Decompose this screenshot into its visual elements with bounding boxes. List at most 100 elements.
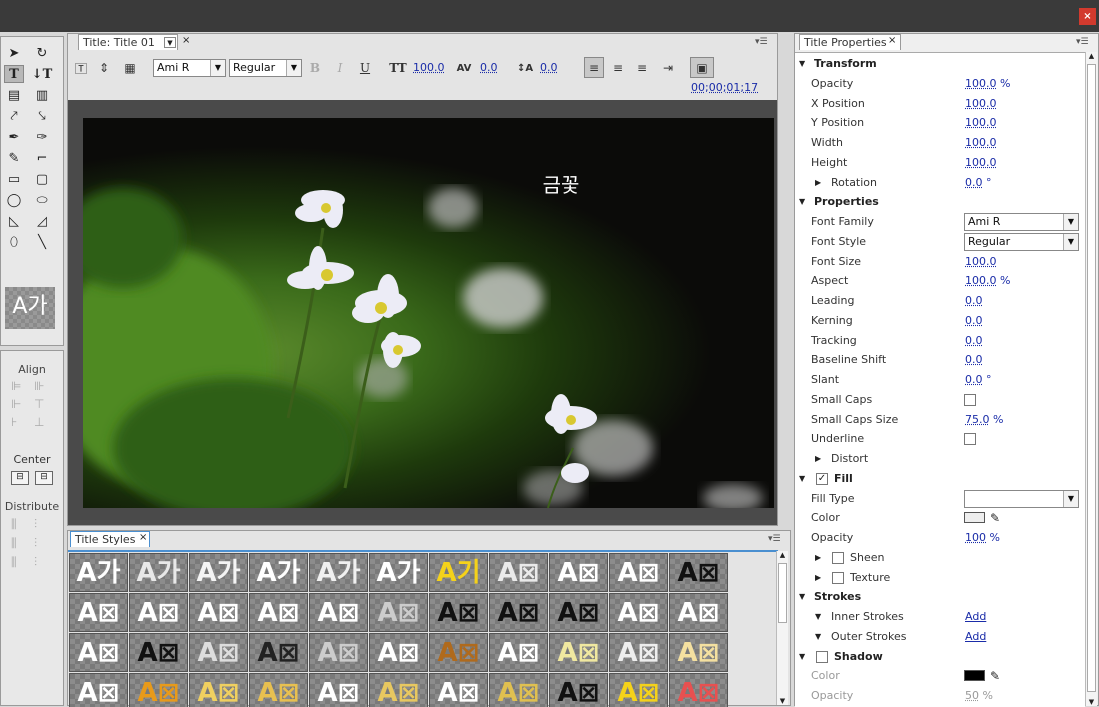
properties-scrollbar[interactable]: ▲ ▼ (1085, 52, 1097, 706)
pen-tool-icon[interactable]: ✒ (4, 128, 24, 146)
title-style-swatch[interactable]: A⊠ (669, 673, 728, 707)
title-style-swatch[interactable]: A⊠ (489, 553, 548, 592)
title-style-swatch[interactable]: A⊠ (189, 673, 248, 707)
title-style-swatch[interactable]: A⊠ (429, 633, 488, 672)
title-style-swatch[interactable]: A⊠ (369, 673, 428, 707)
title-style-swatch[interactable]: A⊠ (129, 593, 188, 632)
tab-close-icon[interactable]: × (139, 532, 147, 543)
chevron-down-icon[interactable]: ▼ (799, 54, 805, 74)
bold-button[interactable]: B (308, 58, 322, 78)
align-middle-icon[interactable]: ⊦ (11, 415, 34, 429)
align-bottom-icon[interactable]: ⊥ (34, 415, 57, 429)
property-value[interactable]: 100.0 % (965, 271, 1010, 291)
title-style-swatch[interactable]: A⊠ (489, 673, 548, 707)
templates-icon[interactable]: ▦ (119, 58, 141, 78)
title-style-swatch[interactable]: A⊠ (189, 593, 248, 632)
distribute-middle-icon[interactable]: ⫼ (11, 555, 34, 570)
title-style-swatch[interactable]: A⊠ (369, 633, 428, 672)
title-style-swatch[interactable]: A⊠ (669, 633, 728, 672)
property-select[interactable]: Ami R ▼ (964, 213, 1079, 231)
title-style-swatch[interactable]: A⊠ (69, 633, 128, 672)
align-center-h-icon[interactable]: ⊪ (34, 379, 57, 393)
path-type-tool-icon[interactable]: ⤤ (4, 107, 24, 125)
chevron-right-icon[interactable]: ▶ (815, 548, 821, 568)
title-style-swatch[interactable]: A⊠ (549, 553, 608, 592)
selection-tool-icon[interactable]: ➤ (4, 44, 24, 62)
title-style-swatch[interactable]: A⊠ (309, 593, 368, 632)
new-title-icon[interactable]: 🅃 (72, 58, 90, 78)
distribute-center-icon[interactable]: ⫶ (34, 517, 57, 532)
center-horizontal-icon[interactable]: ⊟ (11, 471, 29, 485)
title-style-swatch[interactable]: A⊠ (189, 633, 248, 672)
kerning-value[interactable]: 0.0 (480, 61, 498, 74)
property-value[interactable]: 0.0 (965, 350, 983, 370)
ellipse-tool-icon[interactable]: ⬯ (4, 233, 24, 251)
title-style-swatch[interactable]: A기 (429, 553, 488, 592)
vertical-type-tool-icon[interactable]: ↓T (32, 65, 53, 83)
wedge-tool-icon[interactable]: ◺ (4, 212, 24, 230)
title-style-swatch[interactable]: A가 (249, 553, 308, 592)
property-value[interactable]: 100.0 (965, 252, 997, 272)
chevron-down-icon[interactable]: ▼ (799, 647, 805, 667)
title-style-swatch[interactable]: A⊠ (249, 593, 308, 632)
scroll-down-icon[interactable]: ▼ (1086, 698, 1097, 706)
eyedropper-icon[interactable]: ✎ (990, 666, 1000, 686)
chevron-right-icon[interactable]: ▶ (815, 449, 821, 469)
align-right-icon[interactable]: ⊩ (11, 397, 34, 411)
title-style-swatch[interactable]: A가 (309, 553, 368, 592)
leading-value[interactable]: 0.0 (540, 61, 558, 74)
align-left-text-icon[interactable]: ≡ (584, 57, 604, 78)
title-style-swatch[interactable]: A⊠ (69, 673, 128, 707)
title-style-swatch[interactable]: A⊠ (669, 553, 728, 592)
arc-tool-icon[interactable]: ◿ (32, 212, 52, 230)
tab-title-01[interactable]: Title: Title 01 (78, 34, 178, 50)
font-family-select[interactable]: Ami R ▼ (153, 59, 226, 77)
property-value[interactable]: 50 % (965, 686, 993, 706)
property-value[interactable]: 100 % (965, 528, 1000, 548)
chevron-down-icon[interactable]: ▼ (815, 627, 821, 647)
property-value[interactable]: 75.0 % (965, 410, 1003, 430)
chevron-down-icon[interactable]: ▼ (799, 469, 805, 489)
title-style-swatch[interactable]: A⊠ (609, 673, 668, 707)
title-style-swatch[interactable]: A⊠ (609, 593, 668, 632)
title-style-swatch[interactable]: A⊠ (669, 593, 728, 632)
property-checkbox[interactable] (964, 433, 976, 446)
title-style-swatch[interactable]: A⊠ (609, 553, 668, 592)
add-stroke-link[interactable]: Add (965, 627, 986, 647)
property-checkbox[interactable] (832, 571, 844, 584)
section-checkbox[interactable] (816, 650, 828, 663)
align-left-icon[interactable]: ⊫ (11, 379, 34, 393)
eyedropper-icon[interactable]: ✎ (990, 508, 1000, 528)
font-size-value[interactable]: 100.0 (413, 61, 445, 74)
title-style-swatch[interactable]: A가 (189, 553, 248, 592)
area-type-tool-icon[interactable]: ▤ (4, 86, 24, 104)
title-style-swatch[interactable]: A⊠ (309, 673, 368, 707)
title-style-swatch[interactable]: A가 (69, 553, 128, 592)
scroll-thumb[interactable] (778, 563, 787, 623)
align-top-icon[interactable]: ⊤ (34, 397, 57, 411)
vertical-path-type-tool-icon[interactable]: ⤥ (32, 107, 52, 125)
property-value[interactable]: 100.0 (965, 94, 997, 114)
distribute-left-icon[interactable]: ⫼ (11, 517, 34, 532)
scroll-thumb[interactable] (1087, 64, 1096, 692)
type-tool-icon[interactable]: T (4, 65, 24, 83)
close-window-button[interactable]: × (1079, 8, 1096, 25)
clipped-corner-tool-icon[interactable]: ◯ (4, 191, 24, 209)
title-style-swatch[interactable]: A가 (369, 553, 428, 592)
align-right-text-icon[interactable]: ≡ (632, 58, 652, 78)
title-style-swatch[interactable]: A⊠ (129, 673, 188, 707)
property-value[interactable]: 0.0 (965, 311, 983, 331)
title-style-swatch[interactable]: A⊠ (429, 593, 488, 632)
align-center-text-icon[interactable]: ≡ (608, 58, 628, 78)
roll-crawl-icon[interactable]: ⇕ (95, 58, 113, 78)
rectangle-tool-icon[interactable]: ▭ (4, 170, 24, 188)
title-dropdown-icon[interactable]: ▼ (164, 37, 176, 48)
rotation-tool-icon[interactable]: ↻ (32, 44, 52, 62)
title-style-swatch[interactable]: A⊠ (549, 633, 608, 672)
center-vertical-icon[interactable]: ⊟ (35, 471, 53, 485)
property-select[interactable]: ▼ (964, 489, 1079, 508)
property-value[interactable]: 100.0 (965, 153, 997, 173)
title-style-swatch[interactable]: A⊠ (69, 593, 128, 632)
chevron-down-icon[interactable]: ▼ (799, 192, 805, 212)
scroll-up-icon[interactable]: ▲ (777, 551, 788, 559)
